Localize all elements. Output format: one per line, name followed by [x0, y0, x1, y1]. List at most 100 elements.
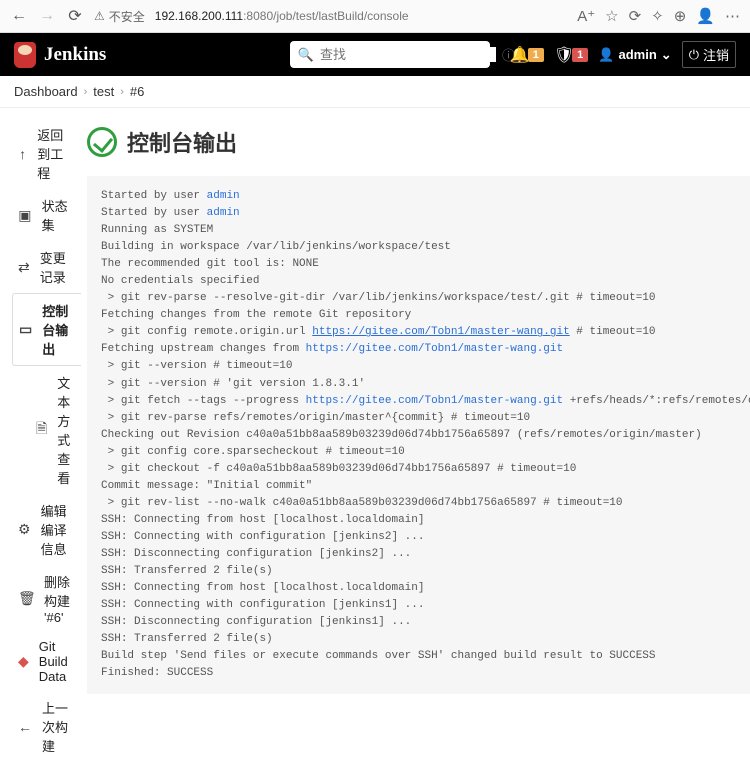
warning-icon: ⚠: [94, 9, 105, 23]
trash-icon: 🗑: [18, 590, 34, 607]
collections-icon[interactable]: ✧: [651, 7, 664, 25]
console-line: SSH: Connecting with configuration [jenk…: [101, 597, 750, 614]
more-icon[interactable]: ⋯: [725, 7, 740, 25]
breadcrumb-item[interactable]: Dashboard: [14, 84, 78, 99]
favorite-icon[interactable]: ☆: [605, 7, 618, 25]
console-link[interactable]: admin: [207, 190, 240, 202]
read-aloud-icon[interactable]: A⁺: [577, 7, 595, 25]
url-host: 192.168.200.111: [155, 9, 243, 23]
console-line: Fetching changes from the remote Git rep…: [101, 307, 750, 324]
url-port: :8080: [243, 9, 273, 23]
sidebar-item-edit-build-info[interactable]: ⚙编辑编译信息: [12, 494, 81, 565]
arrow-up-icon: ↑: [18, 146, 27, 162]
refresh-button[interactable]: ⟳: [66, 6, 84, 26]
console-line: > git rev-parse refs/remotes/origin/mast…: [101, 410, 750, 427]
console-line: SSH: Connecting from host [localhost.loc…: [101, 580, 750, 597]
sync-icon[interactable]: ⟳: [629, 7, 642, 25]
console-line: Started by user admin: [101, 188, 750, 205]
shield-icon: 🛡: [554, 45, 574, 65]
logout-icon: ⏻: [689, 47, 699, 63]
console-line: Started by user admin: [101, 205, 750, 222]
console-line: SSH: Transferred 2 file(s): [101, 631, 750, 648]
extensions-icon[interactable]: ⊕: [674, 7, 687, 25]
console-line: Running as SYSTEM: [101, 222, 750, 239]
main: ↑ 返回到工程 ▣ 状态集 ⇄ 变更记录 ▭ 控制台输出 🗎 文本方式查看 ⚙编辑编译信息…: [0, 108, 750, 772]
jenkins-header: Jenkins 🔍 ⓘ 🔔 1 🛡 1 👤 admin ⌄ ⏻ 注销: [0, 33, 750, 76]
user-menu[interactable]: 👤 admin ⌄: [598, 47, 671, 63]
console-line: > git --version # 'git version 1.8.3.1': [101, 376, 750, 393]
header-icons: 🔔 1 🛡 1 👤 admin ⌄ ⏻ 注销: [510, 41, 736, 68]
username: admin: [618, 47, 656, 62]
sidebar-item-label: Git Build Data: [39, 639, 75, 684]
sidebar-item-plain-text[interactable]: 🗎 文本方式查看: [12, 366, 81, 494]
search-input[interactable]: [320, 47, 496, 62]
gear-icon: ⚙: [18, 521, 31, 538]
profile-icon[interactable]: 👤: [696, 7, 715, 25]
sidebar-item-label: 文本方式查看: [57, 373, 75, 487]
security-button[interactable]: 🛡 1: [554, 45, 588, 65]
breadcrumb-item[interactable]: test: [93, 84, 114, 99]
sidebar-item-label: 删除构建 '#6': [44, 572, 75, 625]
arrow-left-icon: ←: [18, 719, 32, 735]
console-link[interactable]: https://gitee.com/Tobn1/master-wang.git: [306, 343, 563, 355]
console-line: SSH: Connecting with configuration [jenk…: [101, 529, 750, 546]
sidebar-item-label: 变更记录: [40, 248, 75, 286]
console-line: > git rev-parse --resolve-git-dir /var/l…: [101, 290, 750, 307]
address-bar[interactable]: 192.168.200.111:8080/job/test/lastBuild/…: [155, 9, 567, 23]
sidebar-item-changes[interactable]: ⇄ 变更记录: [12, 241, 81, 293]
sidebar-item-delete-build[interactable]: 🗑 删除构建 '#6': [12, 565, 81, 632]
breadcrumb-item[interactable]: #6: [130, 84, 144, 99]
jenkins-logo-icon: [14, 42, 36, 68]
document-icon: 🗎: [36, 418, 47, 442]
insecure-label: 不安全: [109, 8, 145, 25]
chevron-down-icon: ⌄: [661, 47, 672, 63]
url-path: /job/test/lastBuild/console: [273, 9, 408, 23]
search-box[interactable]: 🔍 ⓘ: [290, 41, 490, 68]
bell-icon: 🔔: [510, 45, 530, 65]
sidebar-item-previous-build[interactable]: ←上一次构建: [12, 691, 81, 762]
search-icon: 🔍: [298, 47, 314, 63]
console-line: > git config core.sparsecheckout # timeo…: [101, 444, 750, 461]
git-icon: ◆: [18, 653, 29, 670]
status-icon: ▣: [18, 207, 32, 224]
sidebar-item-label: 状态集: [42, 196, 75, 234]
console-line: The recommended git tool is: NONE: [101, 256, 750, 273]
forward-button[interactable]: →: [38, 7, 56, 25]
sidebar-item-back-to-project[interactable]: ↑ 返回到工程: [12, 118, 81, 189]
console-line: SSH: Disconnecting configuration [jenkin…: [101, 614, 750, 631]
sidebar-item-status[interactable]: ▣ 状态集: [12, 189, 81, 241]
console-link[interactable]: https://gitee.com/Tobn1/master-wang.git: [306, 395, 563, 407]
jenkins-logo[interactable]: Jenkins: [14, 42, 106, 68]
chevron-right-icon: ›: [120, 86, 124, 98]
sidebar-item-console-output[interactable]: ▭ 控制台输出: [12, 293, 81, 366]
console-line: Checking out Revision c40a0a51bb8aa589b0…: [101, 427, 750, 444]
console-line: No credentials specified: [101, 273, 750, 290]
sidebar-item-label: 控制台输出: [42, 301, 75, 358]
sidebar-item-git-build-data[interactable]: ◆ Git Build Data: [12, 632, 81, 691]
success-icon: [87, 127, 117, 157]
browser-toolbar: ← → ⟳ ⚠ 不安全 192.168.200.111:8080/job/tes…: [0, 0, 750, 33]
page-title: 控制台输出: [127, 126, 237, 158]
security-count: 1: [572, 48, 588, 62]
notifications-button[interactable]: 🔔 1: [510, 45, 544, 65]
console-line: Commit message: "Initial commit": [101, 478, 750, 495]
logout-button[interactable]: ⏻ 注销: [682, 41, 736, 68]
console-link[interactable]: https://gitee.com/Tobn1/master-wang.git: [312, 326, 569, 338]
console-line: SSH: Disconnecting configuration [jenkin…: [101, 546, 750, 563]
console-line: Fetching upstream changes from https://g…: [101, 341, 750, 358]
console-line: Build step 'Send files or execute comman…: [101, 648, 750, 665]
sidebar: ↑ 返回到工程 ▣ 状态集 ⇄ 变更记录 ▭ 控制台输出 🗎 文本方式查看 ⚙编辑编译信息…: [0, 108, 81, 772]
console-line: SSH: Transferred 2 file(s): [101, 563, 750, 580]
sidebar-item-label: 返回到工程: [37, 125, 75, 182]
changes-icon: ⇄: [18, 259, 30, 276]
brand-text: Jenkins: [44, 44, 106, 66]
console-link[interactable]: admin: [207, 207, 240, 219]
console-line: Building in workspace /var/lib/jenkins/w…: [101, 239, 750, 256]
back-button[interactable]: ←: [10, 7, 28, 25]
chevron-right-icon: ›: [84, 86, 88, 98]
console-line: > git config remote.origin.url https://g…: [101, 324, 750, 341]
insecure-badge[interactable]: ⚠ 不安全: [94, 8, 145, 25]
console-line: > git rev-list --no-walk c40a0a51bb8aa58…: [101, 495, 750, 512]
terminal-icon: ▭: [19, 321, 32, 338]
console-line: Finished: SUCCESS: [101, 665, 750, 682]
